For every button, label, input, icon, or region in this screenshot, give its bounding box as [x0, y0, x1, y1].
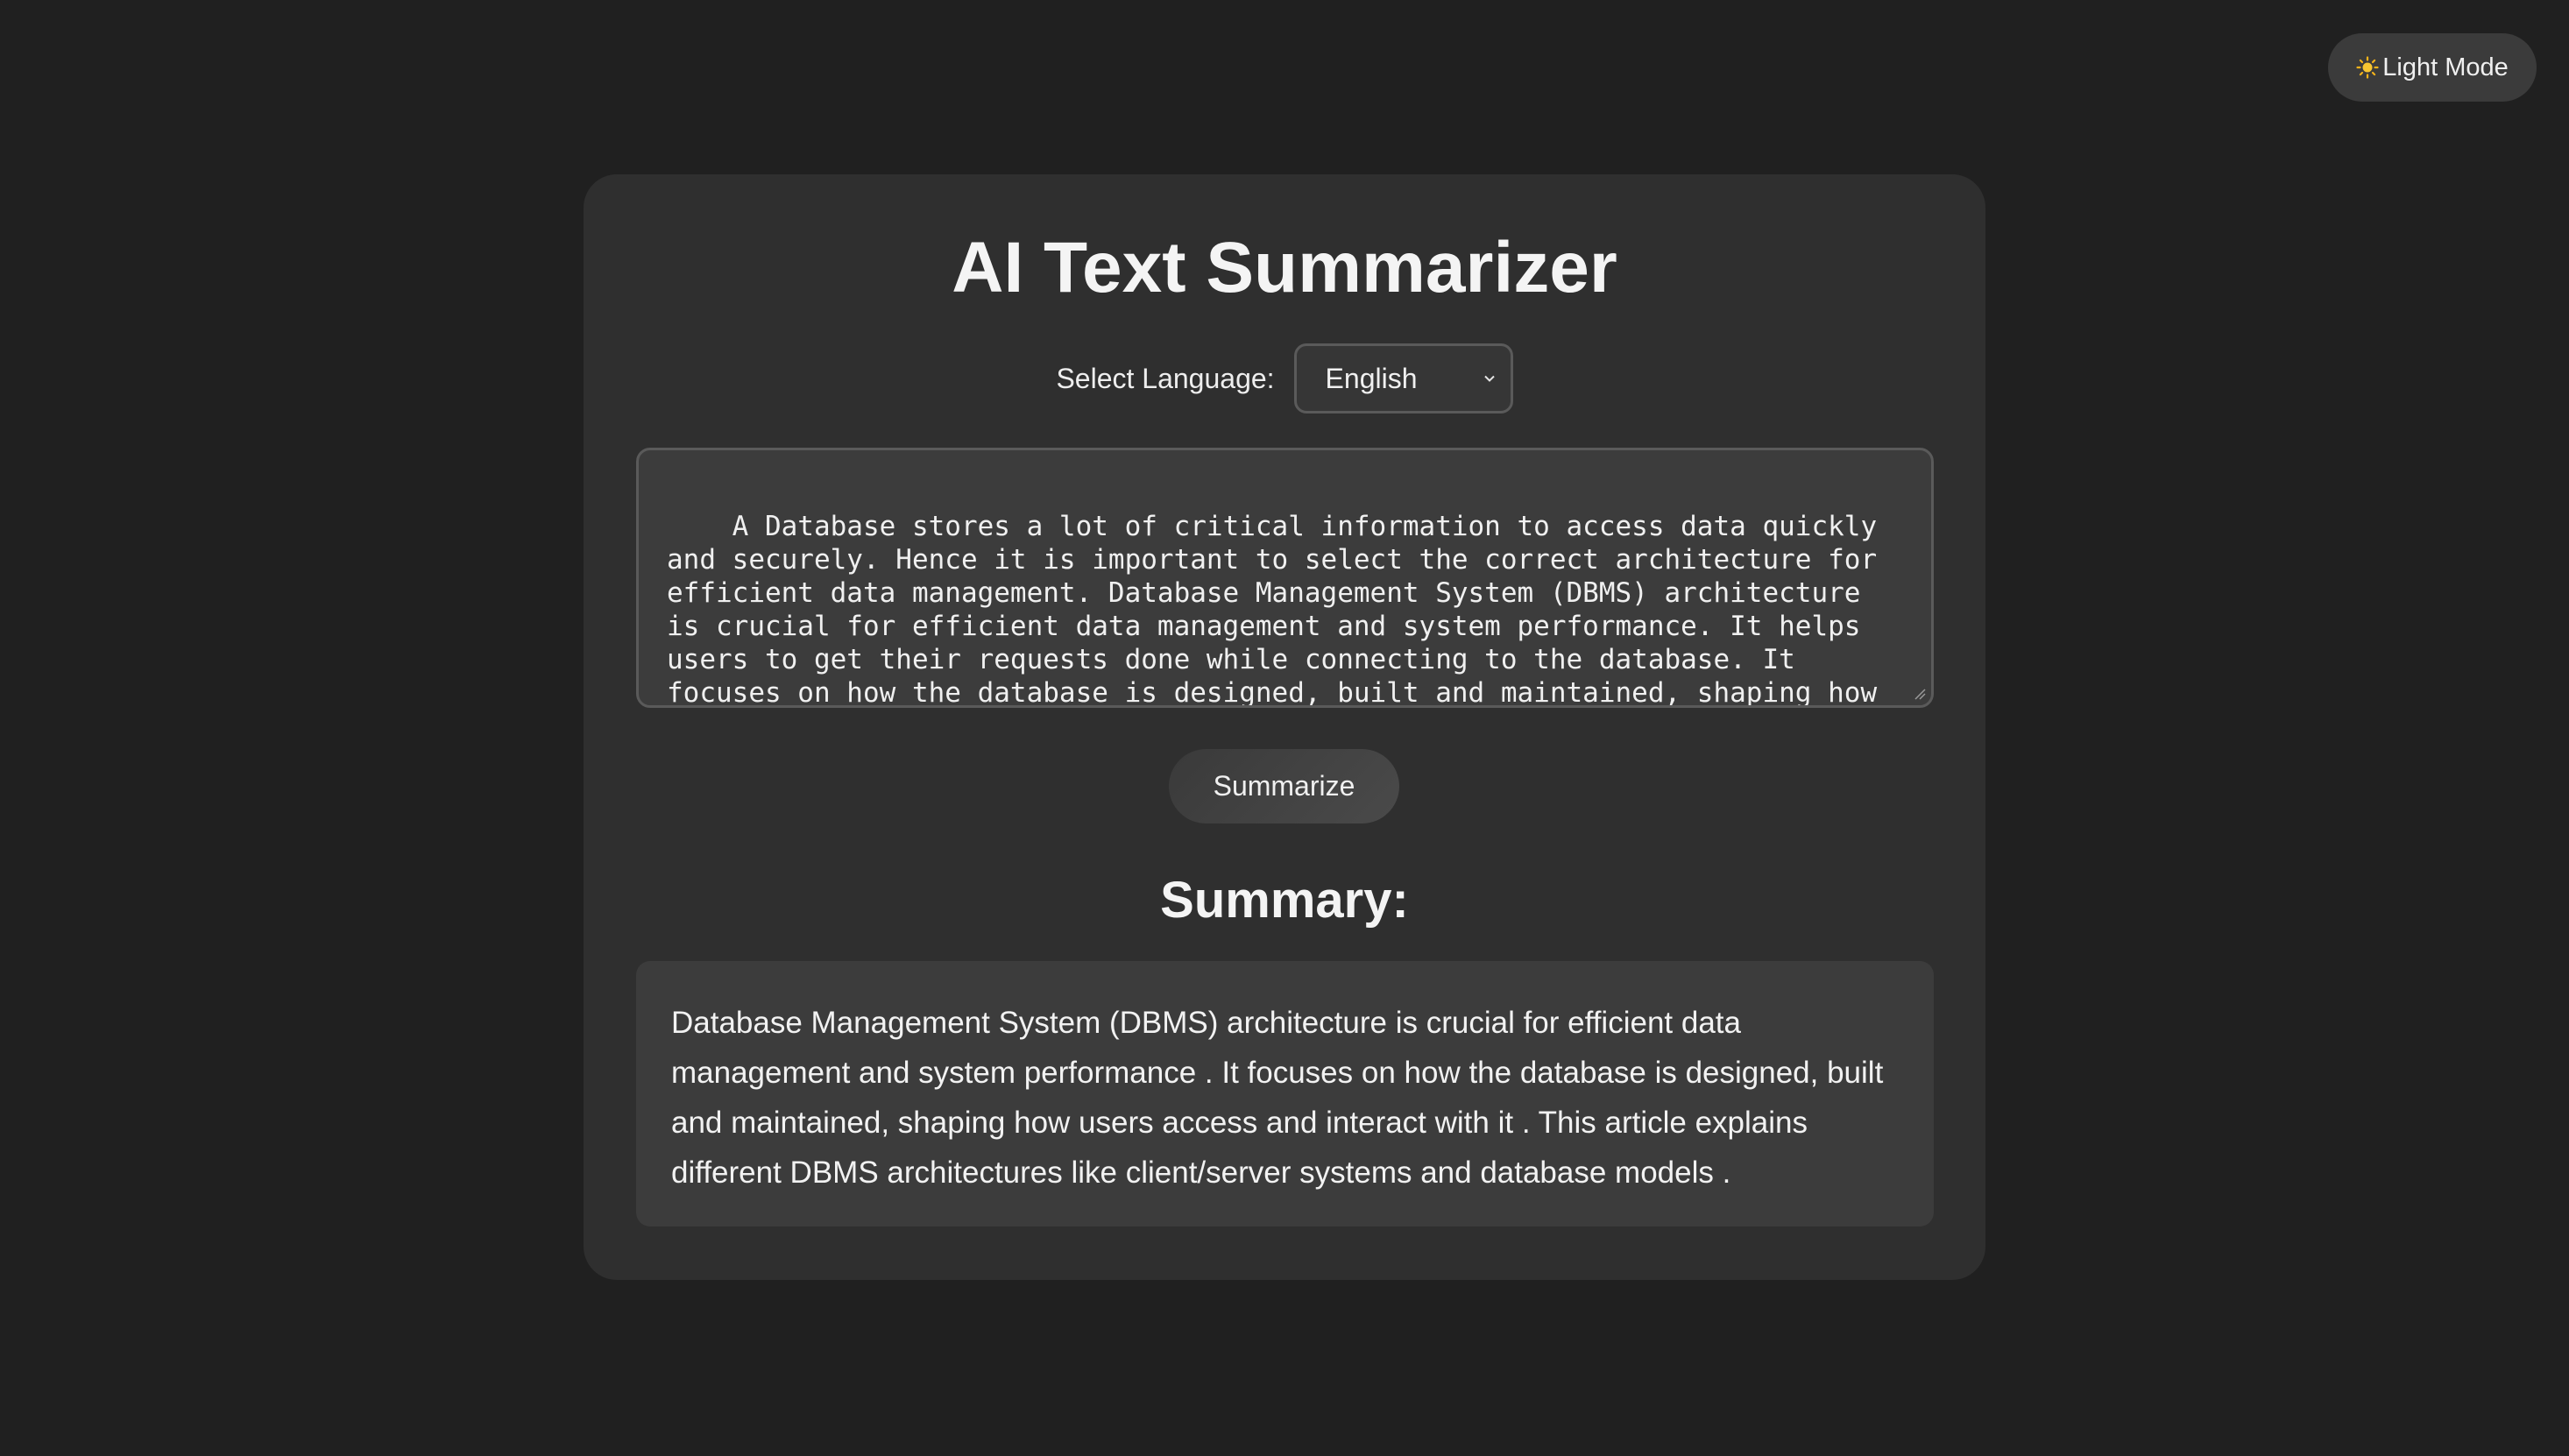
theme-toggle-label: Light Mode — [2382, 53, 2509, 81]
text-input-value: A Database stores a lot of critical info… — [667, 511, 1878, 708]
summarize-button[interactable]: Summarize — [1169, 749, 1399, 823]
language-row: Select Language: English — [584, 343, 1985, 413]
chevron-down-icon — [1483, 375, 1495, 382]
language-select[interactable]: English — [1293, 343, 1513, 413]
summarizer-card: AI Text Summarizer Select Language: Engl… — [584, 174, 1985, 1280]
language-selected-value: English — [1325, 362, 1418, 394]
page-title: AI Text Summarizer — [952, 228, 1617, 307]
summary-output: Database Management System (DBMS) archit… — [636, 961, 1934, 1226]
summary-text: Database Management System (DBMS) archit… — [671, 1006, 1884, 1190]
text-input-area[interactable]: A Database stores a lot of critical info… — [636, 448, 1934, 708]
sun-icon — [2356, 56, 2379, 79]
theme-toggle-button[interactable]: Light Mode — [2328, 33, 2537, 102]
language-label: Select Language: — [1056, 362, 1275, 394]
summary-heading: Summary: — [1160, 872, 1409, 929]
resize-handle-icon[interactable] — [1912, 686, 1926, 700]
